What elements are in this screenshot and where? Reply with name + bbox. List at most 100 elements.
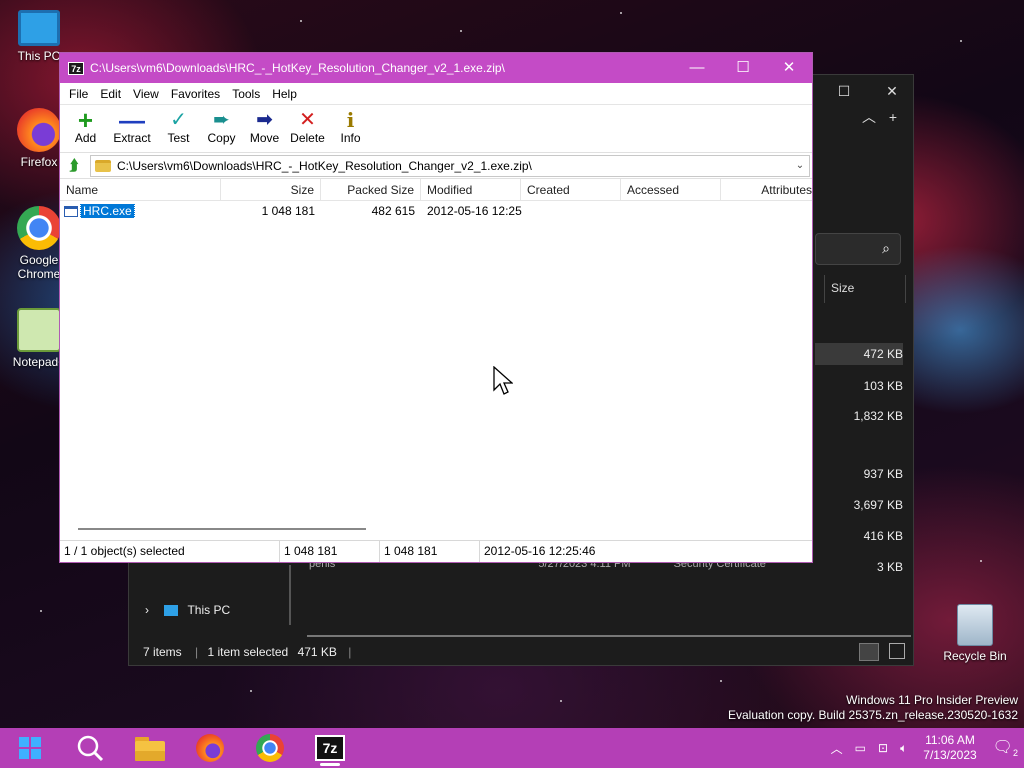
windows-watermark: Windows 11 Pro Insider Preview Evaluatio… [728, 693, 1018, 723]
taskbar-firefox[interactable] [186, 729, 234, 767]
file-size: 1,832 KB [853, 409, 903, 423]
address-bar: ⮭ C:\Users\vm6\Downloads\HRC_-_HotKey_Re… [60, 153, 812, 179]
new-tab-icon[interactable]: + [881, 105, 905, 129]
clock[interactable]: 11:06 AM 7/13/2023 [923, 733, 976, 763]
file-size: 472 KB [815, 343, 903, 365]
file-size: 103 KB [863, 379, 903, 393]
file-size: 3,697 KB [853, 498, 903, 512]
status-selection: 1 / 1 object(s) selected [60, 541, 280, 562]
add-button[interactable]: + Add [64, 105, 107, 152]
check-icon: ✓ [170, 109, 187, 131]
firefox-icon [196, 734, 224, 762]
column-name[interactable]: Name [60, 179, 221, 200]
copy-button[interactable]: ➨ Copy [200, 105, 243, 152]
path-field[interactable]: C:\Users\vm6\Downloads\HRC_-_HotKey_Reso… [90, 154, 810, 177]
menu-help[interactable]: Help [266, 87, 303, 101]
menu-bar: File Edit View Favorites Tools Help [60, 83, 812, 105]
display-icon[interactable]: ⊡ [878, 741, 888, 755]
taskbar-file-explorer[interactable] [126, 729, 174, 767]
status-items: 7 items [143, 645, 182, 659]
firefox-icon [17, 108, 61, 152]
move-button[interactable]: ➡ Move [243, 105, 286, 152]
horizontal-scrollbar[interactable] [78, 528, 366, 530]
column-packed-size[interactable]: Packed Size [321, 179, 421, 200]
7zip-window: 7z C:\Users\vm6\Downloads\HRC_-_HotKey_R… [59, 52, 813, 563]
minimize-button[interactable]: — [674, 53, 720, 83]
status-packed: 1 048 181 [380, 541, 480, 562]
start-button[interactable] [6, 729, 54, 767]
taskbar-chrome[interactable] [246, 729, 294, 767]
file-size: 416 KB [863, 529, 903, 543]
maximize-icon[interactable]: ☐ [821, 79, 867, 103]
taskbar-7zip[interactable]: 7z [306, 729, 354, 767]
minus-icon: — [119, 105, 145, 135]
nav-this-pc[interactable]: › This PC [145, 603, 230, 617]
recycle-bin-icon [957, 604, 993, 646]
status-bar: 1 / 1 object(s) selected 1 048 181 1 048… [60, 540, 812, 562]
folder-icon [95, 159, 111, 172]
search-button[interactable] [66, 729, 114, 767]
exe-file-icon [64, 206, 78, 218]
clock-date: 7/13/2023 [923, 748, 977, 762]
maximize-button[interactable]: ☐ [720, 53, 766, 83]
file-name: HRC.exe [80, 204, 135, 218]
column-accessed[interactable]: Accessed [621, 179, 721, 200]
menu-file[interactable]: File [63, 87, 94, 101]
extract-button[interactable]: — Extract [107, 105, 157, 152]
test-button[interactable]: ✓ Test [157, 105, 200, 152]
taskbar: 7z ︿ ▭ ⊡ 🔈︎ 11:06 AM 7/13/2023 🗨︎2 [0, 728, 1024, 768]
close-button[interactable]: ✕ [766, 53, 812, 83]
delete-button[interactable]: ✕ Delete [286, 105, 329, 152]
table-row[interactable]: HRC.exe 1 048 181 482 615 2012-05-16 12:… [60, 201, 812, 221]
nav-scrollbar[interactable] [289, 565, 291, 625]
cell-packed-size: 482 615 [371, 204, 415, 218]
chevron-up-icon[interactable]: ︿ [831, 740, 843, 757]
window-title: C:\Users\vm6\Downloads\HRC_-_HotKey_Reso… [90, 61, 505, 75]
copy-arrow-icon: ➨ [213, 109, 230, 131]
mouse-cursor-icon [493, 366, 513, 395]
chevron-up-icon[interactable]: ︿ [857, 105, 881, 129]
add-label: Add [74, 131, 97, 145]
chevron-right-icon: › [145, 603, 149, 617]
menu-favorites[interactable]: Favorites [165, 87, 226, 101]
search-icon: ⌕ [882, 240, 890, 256]
title-bar[interactable]: 7z C:\Users\vm6\Downloads\HRC_-_HotKey_R… [60, 53, 812, 83]
delete-x-icon: ✕ [299, 109, 316, 131]
menu-edit[interactable]: Edit [94, 87, 127, 101]
chrome-icon [256, 734, 284, 762]
close-icon[interactable]: ✕ [869, 79, 915, 103]
cell-name: HRC.exe [60, 204, 221, 218]
computer-icon [164, 605, 179, 617]
tiles-view-icon[interactable] [889, 643, 905, 659]
column-size[interactable]: Size [221, 179, 321, 200]
menu-tools[interactable]: Tools [226, 87, 266, 101]
search-box[interactable]: ⌕ [815, 233, 901, 265]
column-modified[interactable]: Modified [421, 179, 521, 200]
chevron-down-icon[interactable]: ⌄ [791, 160, 809, 171]
status-bar: 7 items | 1 item selected 471 KB | [129, 639, 913, 665]
column-attributes[interactable]: Attributes [721, 179, 812, 200]
list-header: Name Size Packed Size Modified Created A… [60, 179, 812, 201]
network-icon[interactable]: ▭ [855, 741, 866, 755]
up-folder-icon[interactable]: ⮭ [64, 156, 84, 176]
desktop-icon-recycle-bin[interactable]: Recycle Bin [940, 604, 1010, 663]
details-view-icon[interactable] [859, 643, 879, 661]
status-selected: 1 item selected [207, 645, 289, 659]
file-size: 937 KB [863, 467, 903, 481]
volume-icon[interactable]: 🔈︎ [900, 741, 907, 756]
move-label: Move [249, 131, 280, 145]
info-button[interactable]: i Info [329, 105, 372, 152]
notepadpp-icon [17, 308, 61, 352]
notification-icon[interactable]: 🗨︎2 [993, 737, 1018, 758]
size-column-header[interactable]: Size [824, 275, 906, 303]
menu-view[interactable]: View [127, 87, 165, 101]
file-explorer-icon [135, 737, 165, 761]
file-size: 3 KB [876, 560, 903, 574]
7zip-logo-icon: 7z [68, 61, 84, 75]
column-created[interactable]: Created [521, 179, 621, 200]
move-arrow-icon: ➡ [256, 109, 273, 131]
info-icon: i [346, 108, 355, 132]
content-scrollbar[interactable] [307, 635, 911, 637]
plus-icon: + [77, 105, 94, 135]
extract-label: Extract [113, 131, 151, 145]
